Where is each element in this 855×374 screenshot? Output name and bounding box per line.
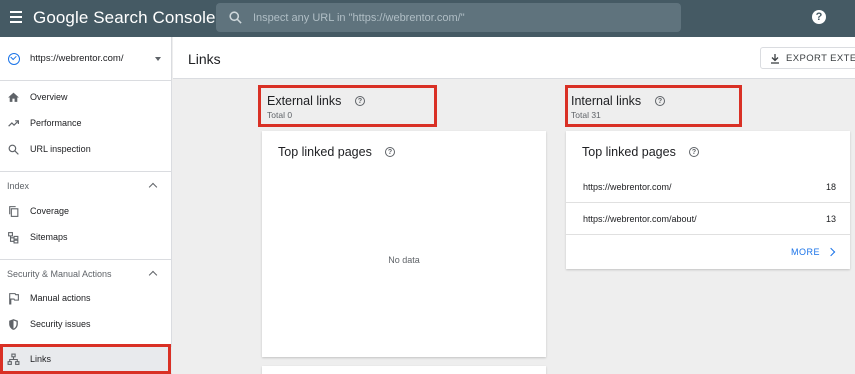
app-title: Google Search Console bbox=[33, 8, 216, 27]
sidebar-item-label: URL inspection bbox=[30, 144, 91, 154]
card-title: Top linked pages bbox=[278, 145, 372, 159]
search-icon bbox=[8, 144, 19, 155]
export-label: EXPORT EXTERN bbox=[786, 53, 855, 64]
trending-up-icon bbox=[8, 120, 19, 127]
sidebar-item-coverage[interactable]: Coverage bbox=[0, 199, 172, 225]
chevron-up-icon bbox=[148, 270, 158, 280]
export-button[interactable]: EXPORT EXTERN bbox=[760, 47, 855, 69]
row-count: 13 bbox=[825, 214, 836, 224]
more-label: MORE bbox=[791, 247, 820, 257]
sidebar-item-label: Security issues bbox=[30, 319, 91, 329]
divider bbox=[0, 171, 172, 172]
no-data-message: No data bbox=[388, 255, 420, 265]
search-input[interactable] bbox=[253, 3, 673, 32]
divider bbox=[0, 80, 172, 81]
highlight-box-external bbox=[258, 85, 437, 127]
property-selector[interactable]: https://webrentor.com/ bbox=[0, 37, 172, 80]
search-icon bbox=[229, 11, 242, 24]
external-next-card bbox=[262, 366, 546, 374]
sidebar-item-label: Sitemaps bbox=[30, 232, 68, 242]
sidebar-item-label: Coverage bbox=[30, 206, 70, 216]
section-label: Index bbox=[7, 181, 30, 191]
property-label: https://webrentor.com/ bbox=[30, 53, 124, 64]
highlight-box-internal bbox=[565, 85, 742, 127]
sidebar-item-url-inspection[interactable]: URL inspection bbox=[0, 137, 172, 163]
verified-icon bbox=[8, 53, 20, 65]
copy-icon bbox=[9, 206, 19, 217]
sidebar-item-label: Performance bbox=[30, 118, 82, 128]
more-button[interactable]: MORE bbox=[776, 235, 836, 269]
sidebar: https://webrentor.com/ Overview Performa… bbox=[0, 37, 172, 374]
sidebar-item-manual-actions[interactable]: Manual actions bbox=[0, 286, 172, 312]
more-row: MORE bbox=[566, 234, 850, 269]
home-icon bbox=[8, 92, 19, 102]
divider bbox=[0, 259, 172, 260]
section-security[interactable]: Security & Manual Actions bbox=[0, 262, 172, 286]
sidebar-item-overview[interactable]: Overview bbox=[0, 85, 172, 111]
row-url: https://webrentor.com/ bbox=[583, 182, 672, 192]
table-row[interactable]: https://webrentor.com/about/ 13 bbox=[566, 202, 850, 233]
help-icon[interactable]: ? bbox=[812, 10, 826, 24]
external-top-linked-card: Top linked pages ? No data bbox=[262, 131, 546, 357]
help-outline-icon[interactable]: ? bbox=[385, 147, 395, 157]
internal-top-linked-card: Top linked pages ? https://webrentor.com… bbox=[566, 131, 850, 269]
dropdown-caret-icon bbox=[155, 57, 161, 61]
section-label: Security & Manual Actions bbox=[7, 269, 112, 279]
row-count: 18 bbox=[825, 182, 836, 192]
highlight-box-links bbox=[0, 344, 171, 374]
section-index[interactable]: Index bbox=[0, 174, 172, 198]
content-header: Links EXPORT EXTERN bbox=[173, 37, 855, 79]
sidebar-item-label: Overview bbox=[30, 92, 68, 102]
sidebar-item-label: Manual actions bbox=[30, 293, 91, 303]
sidebar-item-sitemaps[interactable]: Sitemaps bbox=[0, 225, 172, 251]
help-outline-icon[interactable]: ? bbox=[689, 147, 699, 157]
sidebar-item-performance[interactable]: Performance bbox=[0, 111, 172, 137]
menu-icon[interactable] bbox=[10, 11, 22, 23]
sidebar-item-security-issues[interactable]: Security issues bbox=[0, 312, 172, 338]
sitemap-icon bbox=[8, 232, 19, 244]
top-app-bar: Google Search Console ? bbox=[0, 0, 855, 37]
flag-icon bbox=[9, 293, 19, 305]
table-row[interactable]: https://webrentor.com/ 18 bbox=[566, 171, 850, 202]
search-box[interactable] bbox=[216, 3, 681, 32]
card-title: Top linked pages bbox=[582, 145, 676, 159]
shield-icon bbox=[9, 319, 18, 330]
page-title: Links bbox=[188, 51, 221, 67]
row-url: https://webrentor.com/about/ bbox=[583, 214, 697, 224]
chevron-up-icon bbox=[148, 182, 158, 192]
chevron-right-icon bbox=[826, 247, 836, 257]
download-icon bbox=[771, 54, 779, 64]
